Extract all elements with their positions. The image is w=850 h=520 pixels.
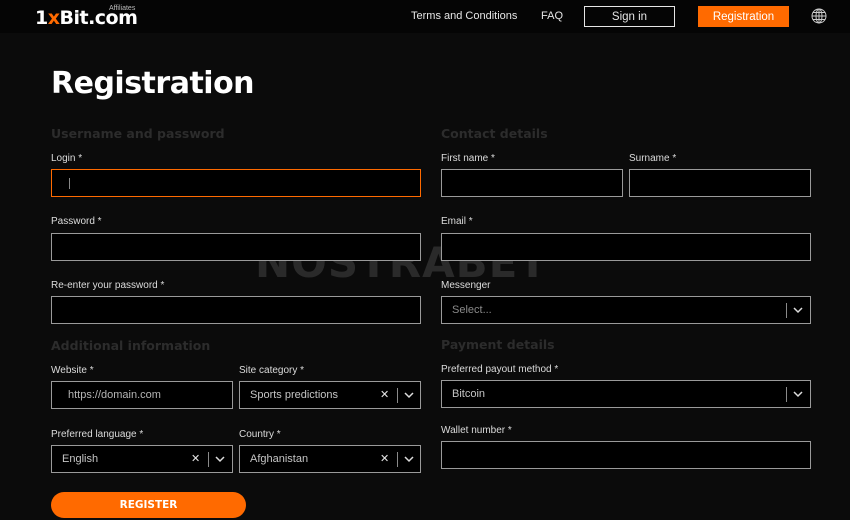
section-additional-information: Additional information	[51, 338, 211, 353]
surname-input[interactable]	[630, 170, 810, 196]
globe-icon[interactable]	[811, 8, 827, 24]
separator	[786, 303, 787, 318]
separator	[397, 388, 398, 403]
chevron-down-icon[interactable]	[793, 306, 803, 314]
logo-x: x	[47, 7, 60, 29]
messenger-select[interactable]: Select...	[441, 296, 811, 324]
logo-subtitle: Affiliates	[109, 5, 136, 12]
email-input[interactable]	[442, 234, 810, 260]
page-title: Registration	[51, 66, 255, 101]
site-category-select[interactable]: Sports predictions ✕	[239, 381, 421, 409]
first-name-label: First name *	[441, 153, 495, 164]
text-caret	[69, 178, 70, 189]
country-value: Afghanistan	[250, 453, 309, 465]
country-label: Country *	[239, 429, 281, 440]
login-input[interactable]	[52, 170, 420, 196]
chevron-down-icon[interactable]	[404, 391, 414, 399]
password-field[interactable]	[51, 233, 421, 261]
repassword-field[interactable]	[51, 296, 421, 324]
logo-prefix: 1	[35, 7, 48, 29]
country-select[interactable]: Afghanistan ✕	[239, 445, 421, 473]
messenger-label: Messenger	[441, 280, 491, 291]
login-label: Login *	[51, 153, 83, 164]
separator	[397, 452, 398, 467]
website-label: Website *	[51, 365, 94, 376]
separator	[786, 387, 787, 402]
password-input[interactable]	[52, 234, 420, 260]
payout-method-select[interactable]: Bitcoin	[441, 380, 811, 408]
clear-icon[interactable]: ✕	[380, 452, 389, 465]
repassword-input[interactable]	[52, 297, 420, 323]
section-payment-details: Payment details	[441, 337, 555, 352]
wallet-label: Wallet number *	[441, 425, 512, 436]
nav-faq-link[interactable]: FAQ	[541, 10, 563, 22]
section-username-password: Username and password	[51, 126, 225, 141]
sign-in-button[interactable]: Sign in	[584, 6, 675, 27]
email-field[interactable]	[441, 233, 811, 261]
top-header: 1xBit.com Affiliates Terms and Condition…	[0, 0, 850, 33]
preferred-language-select[interactable]: English ✕	[51, 445, 233, 473]
preferred-language-value: English	[62, 453, 99, 465]
chevron-down-icon[interactable]	[404, 455, 414, 463]
site-category-value: Sports predictions	[250, 389, 339, 401]
password-label: Password *	[51, 216, 102, 227]
surname-label: Surname *	[629, 153, 677, 164]
login-field[interactable]	[51, 169, 421, 197]
surname-field[interactable]	[629, 169, 811, 197]
clear-icon[interactable]: ✕	[191, 452, 200, 465]
messenger-placeholder: Select...	[452, 304, 492, 316]
section-contact-details: Contact details	[441, 126, 548, 141]
registration-button[interactable]: Registration	[698, 6, 789, 27]
chevron-down-icon[interactable]	[215, 455, 225, 463]
payout-method-value: Bitcoin	[452, 388, 486, 400]
clear-icon[interactable]: ✕	[380, 388, 389, 401]
website-field[interactable]	[51, 381, 233, 409]
separator	[208, 452, 209, 467]
preferred-language-label: Preferred language *	[51, 429, 144, 440]
email-label: Email *	[441, 216, 473, 227]
wallet-input[interactable]	[442, 442, 810, 468]
nav-terms-link[interactable]: Terms and Conditions	[411, 10, 517, 22]
payout-method-label: Preferred payout method *	[441, 364, 559, 375]
first-name-input[interactable]	[442, 170, 622, 196]
first-name-field[interactable]	[441, 169, 623, 197]
wallet-field[interactable]	[441, 441, 811, 469]
register-button[interactable]: REGISTER	[51, 492, 246, 518]
chevron-down-icon[interactable]	[793, 390, 803, 398]
repassword-label: Re-enter your password *	[51, 280, 165, 291]
site-category-label: Site category *	[239, 365, 305, 376]
website-input[interactable]	[52, 382, 232, 408]
